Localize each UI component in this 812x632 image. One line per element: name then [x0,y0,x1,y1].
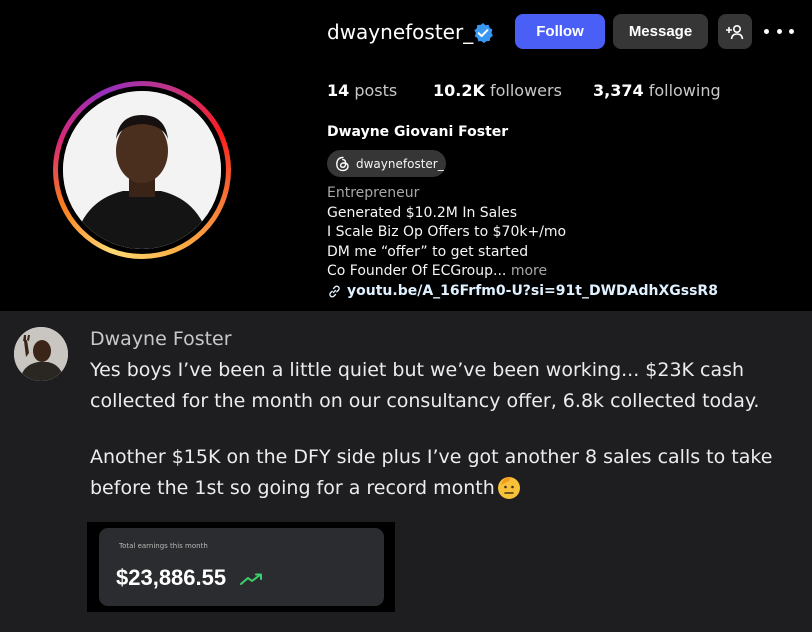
post-author-avatar[interactable] [14,327,68,381]
followers-count: 10.2K [433,81,485,100]
bio-more-link[interactable]: more [511,263,547,279]
message-button[interactable]: Message [613,14,708,49]
posts-label: posts [354,81,398,100]
bio-external-link[interactable]: youtu.be/A_16Frfm0-U?si=91t_DWDAdhXGssR8 [327,283,718,299]
post-author-name[interactable]: Dwayne Foster [90,328,232,350]
post-body: Yes boys I’ve been a little quiet but we… [90,355,802,503]
bio-line: DM me “offer” to get started [327,243,529,260]
trend-up-icon [240,573,262,585]
link-icon [329,285,340,297]
earnings-card: Total earnings this month $23,886.55 [99,528,384,606]
profile-avatar-image [63,91,221,249]
profile-bio: Entrepreneur Generated $10.2M In Sales I… [327,184,566,282]
posts-stat: 14 posts [327,81,397,100]
saluting-face-emoji [495,473,523,501]
story-ring[interactable] [53,81,231,259]
posts-count: 14 [327,81,350,100]
post-author-avatar-image [14,327,68,381]
bio-line: Generated $10.2M In Sales [327,204,518,221]
follow-button[interactable]: Follow [515,14,605,49]
profile-username: dwaynefoster_ [327,20,474,44]
threads-badge[interactable]: dwaynefoster_ [327,150,446,177]
following-count: 3,374 [593,81,644,100]
threads-icon [336,156,349,171]
earnings-label: Total earnings this month [119,542,208,550]
bio-line: Co Founder Of ECGroup... [327,263,507,280]
verified-badge-icon [472,22,494,44]
followers-label: followers [489,81,562,100]
profile-full-name: Dwayne Giovani Foster [327,124,509,140]
more-options-icon[interactable] [764,20,794,42]
followers-stat[interactable]: 10.2K followers [433,81,562,100]
earnings-amount: $23,886.55 [116,565,227,590]
story-ring-gap [58,86,226,254]
following-stat[interactable]: 3,374 following [593,81,721,100]
bio-line: I Scale Biz Op Offers to $70k+/mo [327,224,567,241]
bio-link-text: youtu.be/A_16Frfm0-U?si=91t_DWDAdhXGssR8 [347,283,718,299]
add-person-icon [726,24,744,39]
post-container: Dwayne Foster Yes boys I’ve been a littl… [0,311,812,632]
post-paragraph-2: Another $15K on the DFY side plus I’ve g… [90,442,802,503]
threads-handle: dwaynefoster_ [356,156,444,171]
post-paragraph: Yes boys I’ve been a little quiet but we… [90,359,760,412]
suggested-accounts-button[interactable] [718,14,752,49]
bio-line-last: Co Founder Of ECGroup... more [327,262,566,282]
following-label: following [648,81,721,100]
earnings-screenshot[interactable]: Total earnings this month $23,886.55 [87,522,395,612]
profile-header: dwaynefoster_ Follow Message 14 posts 10… [0,0,812,311]
profile-avatar[interactable] [63,91,221,249]
post-paragraph: Another $15K on the DFY side plus I’ve g… [90,446,773,499]
bio-category: Entrepreneur [327,185,420,201]
